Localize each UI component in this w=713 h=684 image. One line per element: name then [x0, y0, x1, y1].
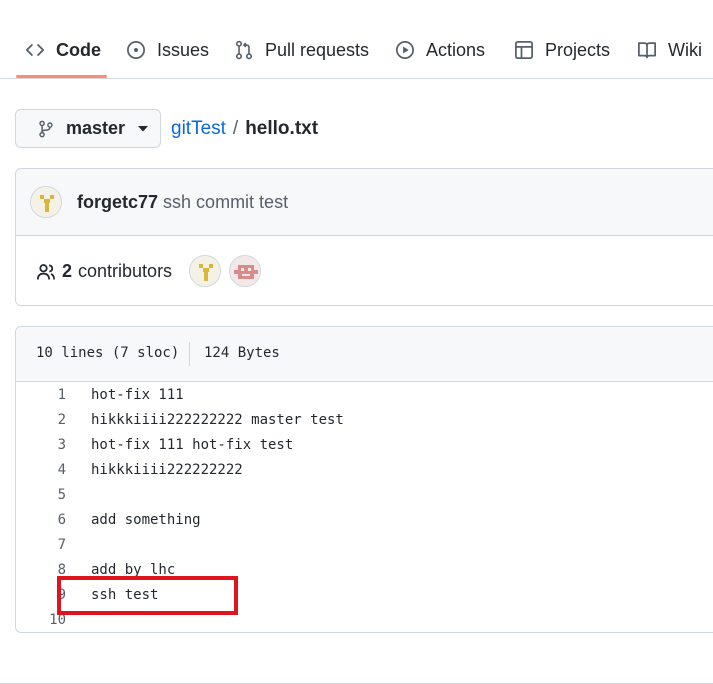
repo-nav: Code Issues Pull requests Actions Projec…: [0, 0, 713, 79]
git-branch-icon: [37, 120, 55, 138]
avatar[interactable]: [229, 255, 261, 287]
line-number[interactable]: 6: [16, 508, 66, 533]
code-line: 5: [16, 483, 713, 508]
line-number[interactable]: 7: [16, 533, 66, 558]
file-size: 124 Bytes: [204, 345, 280, 361]
code-line: 6 add something: [16, 508, 713, 533]
tab-pull-requests[interactable]: Pull requests: [233, 30, 369, 70]
avatar[interactable]: [189, 255, 221, 287]
tab-label: Code: [56, 39, 101, 60]
code-line: 4 hikkkiiii222222222: [16, 458, 713, 483]
code-line: 1 hot-fix 111: [16, 383, 713, 408]
avatar[interactable]: [30, 186, 62, 218]
commit-message[interactable]: ssh commit test: [163, 192, 288, 212]
breadcrumb-file-name: hello.txt: [245, 118, 319, 139]
contributors-link[interactable]: 2 contributors: [36, 261, 172, 282]
line-number[interactable]: 3: [16, 433, 66, 458]
people-icon: [36, 262, 56, 282]
code-line: 7: [16, 533, 713, 558]
divider: [189, 342, 190, 366]
file-info-header: 10 lines (7 sloc) 124 Bytes: [16, 327, 713, 382]
issue-opened-icon: [125, 39, 147, 61]
breadcrumb-repo-link[interactable]: gitTest: [171, 118, 226, 140]
line-text: add something: [91, 512, 201, 528]
selected-tab-indicator: [16, 75, 107, 78]
line-text: hot-fix 111 hot-fix test: [91, 437, 294, 453]
tab-label: Projects: [545, 39, 611, 60]
commit-author[interactable]: forgetc77: [77, 192, 158, 212]
line-text: hikkkiiii222222222: [91, 462, 243, 478]
line-text: hot-fix 111: [91, 387, 184, 403]
tab-wiki[interactable]: Wiki: [636, 30, 702, 70]
annotation-highlight-box: [57, 576, 238, 615]
latest-commit-box: forgetc77 ssh commit test 2 contributors: [15, 168, 713, 306]
git-pull-request-icon: [233, 39, 255, 61]
tab-label: Actions: [426, 39, 486, 60]
tab-code[interactable]: Code: [24, 30, 101, 70]
code-line: 2 hikkkiiii222222222 master test: [16, 408, 713, 433]
line-number[interactable]: 2: [16, 408, 66, 433]
line-number[interactable]: 4: [16, 458, 66, 483]
branch-name: master: [66, 118, 126, 138]
breadcrumb-separator: /: [232, 118, 239, 139]
branch-select-button[interactable]: master: [15, 109, 161, 148]
chevron-down-icon: [138, 125, 149, 132]
line-text: hikkkiiii222222222 master test: [91, 412, 344, 428]
book-icon: [636, 39, 658, 61]
tab-label: Pull requests: [265, 39, 370, 60]
tab-issues[interactable]: Issues: [125, 30, 209, 70]
tab-label: Wiki: [668, 39, 702, 60]
breadcrumb: gitTest / hello.txt: [171, 118, 318, 140]
code-icon: [24, 39, 46, 61]
play-icon: [394, 39, 416, 61]
commit-header: forgetc77 ssh commit test: [16, 169, 713, 236]
line-number[interactable]: 1: [16, 383, 66, 408]
tab-projects[interactable]: Projects: [513, 30, 610, 70]
tab-label: Issues: [157, 39, 210, 60]
tab-actions[interactable]: Actions: [394, 30, 485, 70]
contributors-label: contributors: [78, 261, 173, 281]
contributors-count: 2: [62, 261, 73, 281]
commit-summary: forgetc77 ssh commit test: [77, 192, 288, 213]
line-number[interactable]: 5: [16, 483, 66, 508]
file-line-count: 10 lines (7 sloc): [36, 345, 180, 361]
table-icon: [513, 39, 535, 61]
code-line: 3 hot-fix 111 hot-fix test: [16, 433, 713, 458]
